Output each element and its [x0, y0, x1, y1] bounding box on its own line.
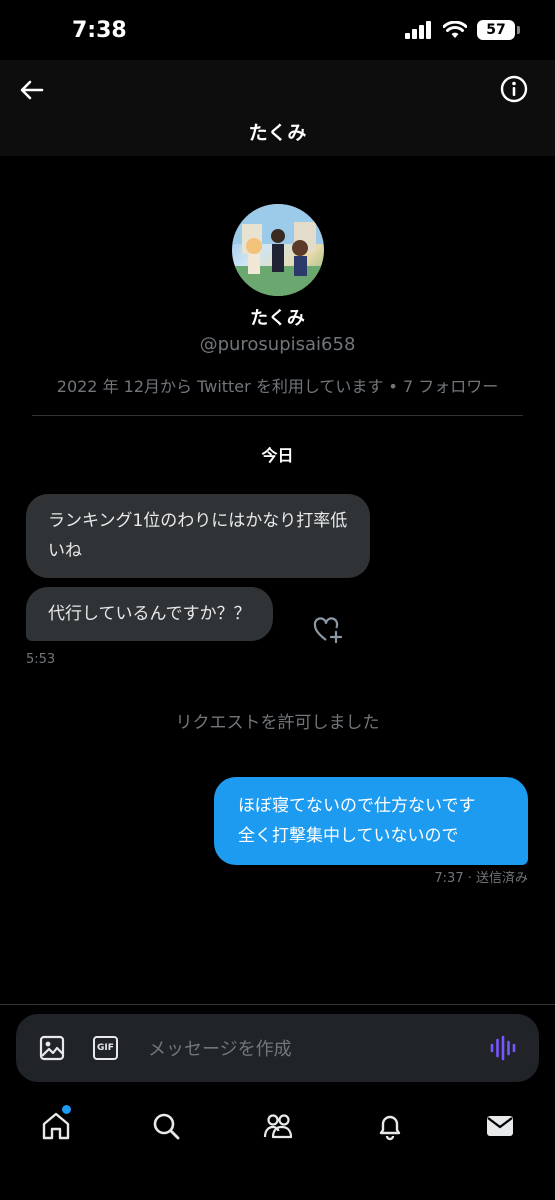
image-icon[interactable]: [38, 1034, 66, 1062]
message-bubble-incoming[interactable]: 代行しているんですか？？: [26, 587, 273, 641]
notification-dot: [60, 1103, 73, 1116]
avatar[interactable]: [232, 204, 324, 296]
message-timestamp: 5:53: [26, 652, 56, 667]
signal-icon: [405, 21, 431, 39]
profile-handle[interactable]: @purosupisai658: [0, 334, 555, 355]
status-icons: 57: [405, 20, 520, 40]
message-bubble-outgoing[interactable]: ほぼ寝てないので仕方ないです 全く打撃集中していないので: [214, 777, 528, 865]
conversation-title: たくみ: [248, 122, 307, 144]
day-separator: 今日: [261, 446, 294, 465]
wifi-icon: [443, 21, 467, 38]
message-line: ほぼ寝てないので仕方ないです: [238, 796, 476, 816]
gif-label: GIF: [97, 1043, 114, 1053]
add-reaction-icon[interactable]: [313, 616, 343, 644]
notifications-icon[interactable]: [374, 1110, 406, 1142]
message-sent-status: 7:37 · 送信済み: [434, 871, 528, 886]
communities-icon[interactable]: [262, 1110, 294, 1142]
messages-icon[interactable]: [484, 1110, 516, 1142]
status-time: 7:38: [72, 18, 127, 43]
gif-icon[interactable]: GIF: [93, 1036, 118, 1060]
request-accepted-note: リクエストを許可しました: [175, 713, 380, 733]
back-arrow-icon[interactable]: [16, 74, 48, 106]
message-line: 全く打撃集中していないので: [238, 826, 459, 846]
search-icon[interactable]: [150, 1110, 182, 1142]
battery-indicator: 57: [477, 20, 520, 40]
divider: [32, 415, 523, 416]
info-icon[interactable]: [499, 74, 529, 104]
profile-name[interactable]: たくみ: [0, 304, 555, 330]
voice-message-icon[interactable]: [489, 1034, 517, 1062]
avatar-illustration: [232, 204, 324, 296]
message-input[interactable]: [146, 1030, 470, 1068]
profile-meta: 2022 年 12月から Twitter を利用しています • 7 フォロワー: [56, 377, 499, 396]
message-bubble-incoming[interactable]: ランキング1位のわりにはかなり打率低いね: [26, 494, 370, 578]
